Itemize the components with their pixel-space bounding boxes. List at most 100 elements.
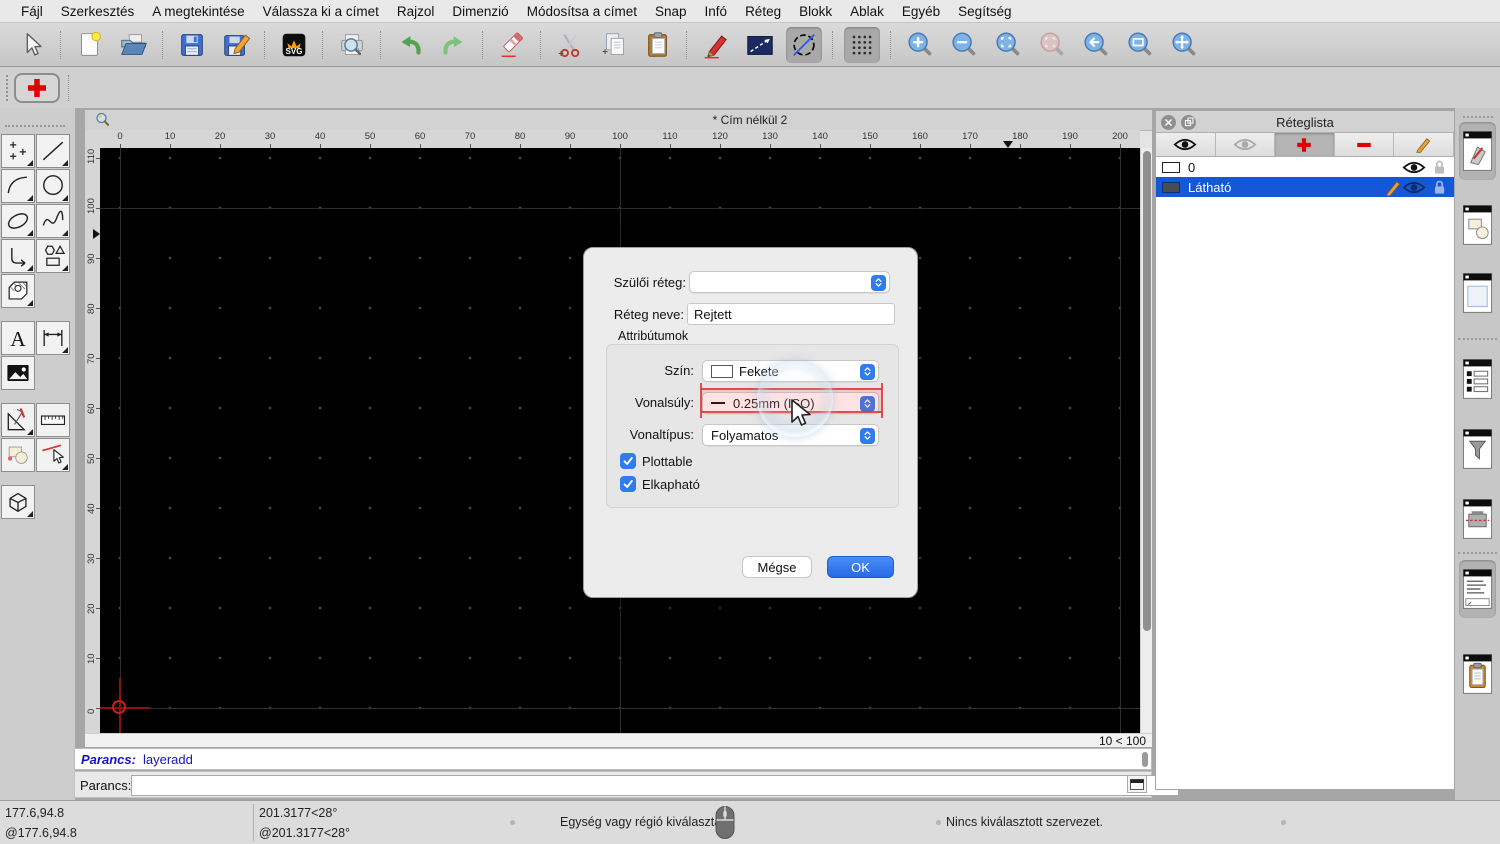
dock-filter-panel-button[interactable]: [1459, 420, 1496, 478]
line-attributes-icon[interactable]: [742, 27, 778, 63]
panel-titlebar[interactable]: Réteglista: [1156, 111, 1454, 133]
menu-item[interactable]: Infó: [696, 4, 737, 19]
copy-icon[interactable]: [596, 27, 632, 63]
menu-item[interactable]: Módosítsa a címet: [518, 4, 646, 19]
zoom-selection-icon[interactable]: [1034, 27, 1070, 63]
circle-tool[interactable]: [36, 169, 70, 203]
cut-icon[interactable]: [552, 27, 588, 63]
menu-item[interactable]: Rajzol: [388, 4, 444, 19]
add-pen-button[interactable]: [14, 73, 60, 103]
menu-item[interactable]: A megtekintése: [143, 4, 253, 19]
measure-tool[interactable]: [36, 403, 70, 437]
zoom-in-icon[interactable]: [902, 27, 938, 63]
order-tool[interactable]: [1, 438, 35, 472]
history-scrollbar-thumb[interactable]: [1142, 752, 1148, 767]
open-file-icon[interactable]: [116, 27, 152, 63]
zoom-window-icon[interactable]: [1122, 27, 1158, 63]
menu-item[interactable]: Réteg: [736, 4, 790, 19]
dock-clipboard-panel-button[interactable]: [1459, 645, 1496, 703]
zoom-previous-icon[interactable]: [1078, 27, 1114, 63]
horizontal-scrollbar[interactable]: 10 < 100: [85, 733, 1152, 748]
modify-tool[interactable]: [36, 438, 70, 472]
points-tool[interactable]: [1, 134, 35, 168]
layer-visibility-eye-icon[interactable]: [1402, 180, 1426, 195]
zoom-auto-icon[interactable]: [990, 27, 1026, 63]
layer-lock-icon[interactable]: [1433, 159, 1446, 175]
save-as-icon[interactable]: [218, 27, 254, 63]
new-document-icon[interactable]: [72, 27, 108, 63]
menu-item[interactable]: Válassza ki a címet: [254, 4, 388, 19]
layer-row[interactable]: Látható: [1156, 177, 1454, 197]
redo-icon[interactable]: [436, 27, 472, 63]
menu-item[interactable]: Dimenzió: [443, 4, 517, 19]
selection-cursor-icon[interactable]: [14, 27, 50, 63]
command-window-toggle-button[interactable]: [1127, 775, 1147, 793]
line-tool[interactable]: [36, 134, 70, 168]
dimension-tool[interactable]: [36, 321, 70, 355]
save-icon[interactable]: [174, 27, 210, 63]
linetype-select[interactable]: Folyamatos: [702, 424, 879, 446]
plottable-checkbox[interactable]: [620, 453, 636, 469]
print-preview-icon[interactable]: [334, 27, 370, 63]
snappable-checkbox[interactable]: [620, 476, 636, 492]
dock-tool-panel-button[interactable]: [1459, 490, 1496, 548]
hatch-tool[interactable]: [1, 274, 35, 308]
command-input[interactable]: [131, 775, 1179, 796]
polyline-tool[interactable]: [1, 239, 35, 273]
menu-item[interactable]: Segítség: [949, 4, 1020, 19]
spline-tool[interactable]: [36, 204, 70, 238]
dock-command-panel-button[interactable]: [1459, 560, 1496, 618]
svg-export-icon[interactable]: SVG: [276, 27, 312, 63]
draft-mode-icon[interactable]: [786, 26, 822, 63]
edit-layer-button[interactable]: [1394, 133, 1454, 156]
ruler-label: 70: [464, 131, 476, 142]
zoom-out-icon[interactable]: [946, 27, 982, 63]
ok-button[interactable]: OK: [827, 556, 894, 578]
menu-item[interactable]: Fájl: [12, 4, 52, 19]
color-select[interactable]: Fekete: [702, 360, 879, 382]
cancel-button[interactable]: Mégse: [742, 556, 812, 578]
arc-tool[interactable]: [1, 169, 35, 203]
menu-item[interactable]: Snap: [646, 4, 696, 19]
menu-item[interactable]: Ablak: [841, 4, 893, 19]
zoom-pan-icon[interactable]: [1166, 27, 1202, 63]
paste-icon[interactable]: [640, 27, 676, 63]
dock-block-panel-button[interactable]: [1459, 196, 1496, 254]
dock-layer-panel-button[interactable]: [1459, 122, 1496, 180]
parent-layer-select[interactable]: [689, 271, 890, 293]
layer-edit-pencil-icon[interactable]: [1385, 179, 1402, 196]
add-layer-button[interactable]: [1275, 133, 1335, 156]
remove-layer-button[interactable]: [1334, 133, 1395, 156]
ellipse-tool[interactable]: [1, 204, 35, 238]
layer-lock-icon[interactable]: [1433, 179, 1446, 195]
layer-panel-toolbar: [1156, 133, 1454, 157]
layer-visibility-eye-icon[interactable]: [1402, 160, 1426, 175]
solid-tool[interactable]: [1, 485, 35, 519]
image-tool[interactable]: [1, 356, 35, 390]
dock-library-panel-button[interactable]: [1459, 264, 1496, 322]
text-tool[interactable]: A: [1, 321, 35, 355]
layer-name-input[interactable]: [687, 303, 895, 325]
menu-item[interactable]: Blokk: [790, 4, 841, 19]
dock-list-panel-button[interactable]: [1459, 350, 1496, 408]
hide-all-layers-button[interactable]: [1215, 133, 1276, 156]
drawing-window-titlebar[interactable]: * Cím nélkül 2: [85, 110, 1152, 131]
undo-icon[interactable]: [392, 27, 428, 63]
mouse-icon: [714, 805, 736, 844]
layer-row[interactable]: 0: [1156, 157, 1454, 177]
vertical-scrollbar[interactable]: [1140, 148, 1152, 733]
menu-item[interactable]: Egyéb: [893, 4, 949, 19]
dock-drag-handle[interactable]: [1463, 116, 1493, 118]
submenu-corner-icon: [27, 160, 33, 166]
show-all-layers-button[interactable]: [1156, 133, 1216, 156]
scrollbar-thumb[interactable]: [1142, 151, 1151, 631]
menu-item[interactable]: Szerkesztés: [52, 4, 144, 19]
draw-pencil-icon[interactable]: [698, 27, 734, 63]
toolbar-drag-handle[interactable]: [6, 75, 12, 101]
grid-toggle-icon[interactable]: [844, 26, 880, 63]
delete-icon[interactable]: [494, 27, 530, 63]
palette-drag-handle[interactable]: [5, 125, 65, 130]
polygon-tool[interactable]: [36, 239, 70, 273]
drafting-tool[interactable]: [1, 403, 35, 437]
lineweight-select[interactable]: 0.25mm (ISO): [702, 392, 879, 414]
